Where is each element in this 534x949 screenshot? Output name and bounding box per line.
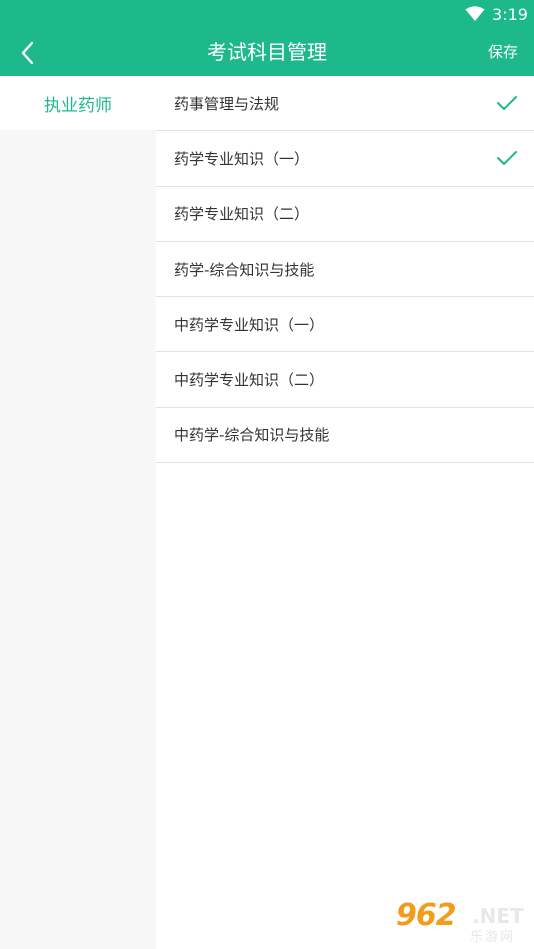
watermark-number: 962: [396, 898, 457, 933]
checkmark-icon: [497, 96, 517, 111]
page-title: 考试科目管理: [207, 40, 327, 64]
subject-label: 药学专业知识（二）: [174, 205, 310, 224]
subject-label: 中药学-综合知识与技能: [174, 426, 330, 445]
watermark-logo: 962 .NET 乐游网: [396, 898, 528, 945]
subject-label: 药学专业知识（一）: [174, 149, 310, 168]
watermark-subtitle: 乐游网: [470, 930, 516, 945]
sidebar: 执业药师: [0, 76, 156, 949]
subject-label: 中药学专业知识（二）: [174, 371, 325, 390]
subject-row[interactable]: 中药学-综合知识与技能: [156, 408, 534, 464]
save-button[interactable]: 保存: [488, 42, 518, 62]
subject-row[interactable]: 药学-综合知识与技能: [156, 242, 534, 298]
subject-list: 药事管理与法规 药学专业知识（一） 药学专业知识（二） 药学-综合知识与技能 中…: [156, 76, 534, 949]
subject-row[interactable]: 药学专业知识（一）: [156, 131, 534, 187]
subject-row[interactable]: 药事管理与法规: [156, 76, 534, 132]
sidebar-item-exam-category[interactable]: 执业药师: [0, 76, 156, 130]
app-bar: 3:19 考试科目管理 保存: [0, 0, 534, 76]
sidebar-item-label: 执业药师: [44, 95, 112, 116]
wifi-icon: [465, 6, 485, 21]
checkmark-icon: [497, 151, 517, 166]
subject-row[interactable]: 中药学专业知识（一）: [156, 297, 534, 353]
subject-label: 中药学专业知识（一）: [174, 315, 325, 334]
watermark-domain: .NET: [472, 904, 524, 928]
subject-row[interactable]: 中药学专业知识（二）: [156, 352, 534, 408]
subject-label: 药事管理与法规: [174, 94, 280, 113]
status-bar: 3:19: [0, 0, 534, 30]
subject-label: 药学-综合知识与技能: [174, 260, 315, 279]
subject-row[interactable]: 药学专业知识（二）: [156, 187, 534, 242]
status-time: 3:19: [492, 5, 528, 24]
